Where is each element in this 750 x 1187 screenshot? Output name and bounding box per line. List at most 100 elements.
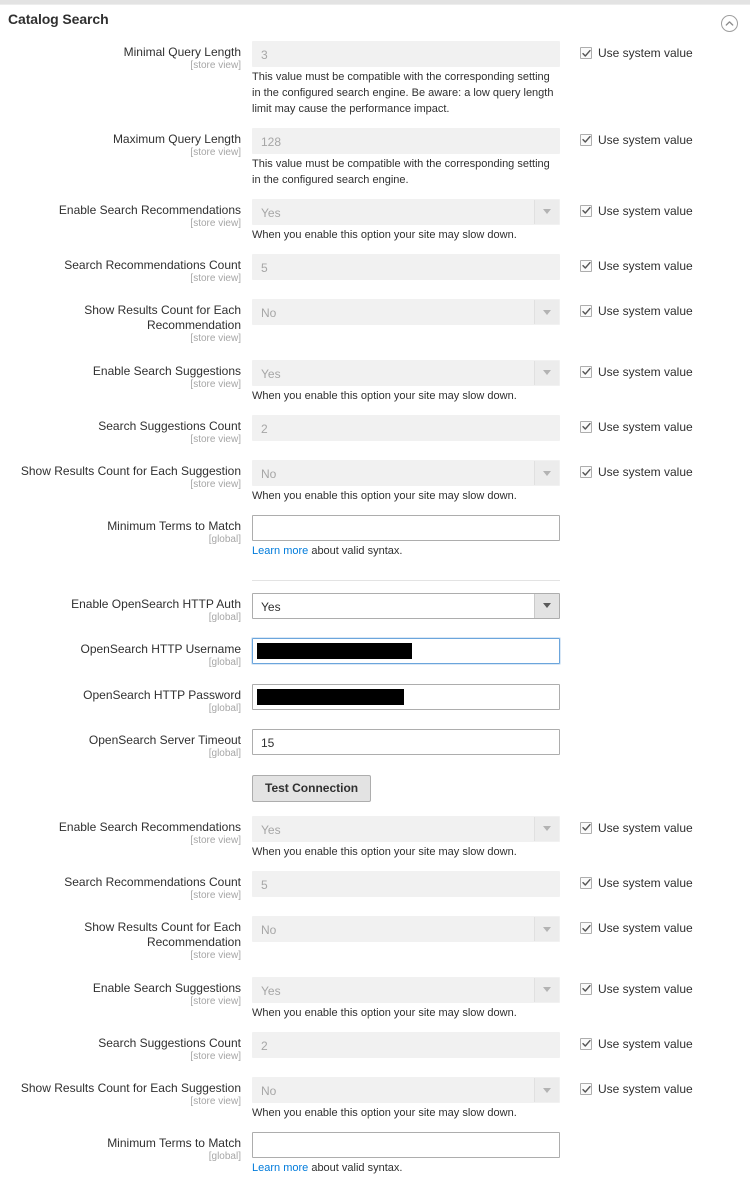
use-system-value-toggle-show-results-count-for-each-recommendation-2[interactable]: Use system value [580,921,693,935]
use-system-value-toggle-maximum-query-length[interactable]: Use system value [580,133,693,147]
field-row-enable-search-recommendations-1: Enable Search Recommendations [store view… [0,198,750,246]
input-wrapper-opensearch-server-timeout: 15 [252,729,560,756]
use-system-value-toggle-show-results-count-for-each-suggestion-1[interactable]: Use system value [580,465,693,479]
chevron-down-icon[interactable] [534,1078,559,1103]
chevron-down-icon[interactable] [534,199,559,224]
field-label-minimum-terms-to-match-1: Minimum Terms to Match [global] [0,515,248,547]
checkbox-checked-icon[interactable] [580,47,592,59]
field-label-opensearch-http-username: OpenSearch HTTP Username [global] [0,638,248,670]
chevron-down-icon[interactable] [534,300,559,325]
checkbox-checked-icon[interactable] [580,1083,592,1096]
row-spacer [0,1024,750,1032]
checkbox-checked-icon[interactable] [580,466,592,479]
chevron-down-icon[interactable] [534,977,559,1002]
select-value[interactable]: Yes [252,976,560,1003]
input-maximum-query-length[interactable]: 128 [252,127,560,154]
use-system-value-toggle-show-results-count-for-each-suggestion-2[interactable]: Use system value [580,1082,693,1096]
row-spacer [0,804,750,816]
redaction-bar [257,643,412,660]
checkbox-checked-icon[interactable] [580,365,592,378]
select-enable-opensearch-http-auth[interactable]: Yes [252,592,560,619]
use-system-value-toggle-enable-search-suggestions-1[interactable]: Use system value [580,365,693,379]
input-wrapper-search-recommendations-count-1: 5 [252,253,560,280]
learn-more-link[interactable]: Learn more [252,1162,308,1174]
checkbox-checked-icon[interactable] [580,305,592,318]
select-show-results-count-for-each-suggestion-1[interactable]: No [252,460,560,487]
field-side-enable-search-recommendations-2: Use system value [564,816,750,836]
input-search-suggestions-count-1[interactable]: 2 [252,414,560,441]
field-side-opensearch-http-username [564,638,750,643]
select-value[interactable]: Yes [252,359,560,386]
field-row-show-results-count-for-each-recommendation-1: Show Results Count for Each Recommendati… [0,299,750,348]
scope-text: [store view] [190,272,241,284]
use-system-value-toggle-show-results-count-for-each-recommendation-1[interactable]: Use system value [580,304,693,318]
scope-text: [global] [208,534,241,545]
field-control-show-results-count-for-each-suggestion-1: No When you enable this option your site … [248,460,564,505]
field-control-search-recommendations-count-2: 5 [248,870,564,897]
field-control-search-recommendations-count-1: 5 [248,253,564,280]
checkbox-checked-icon[interactable] [580,982,592,995]
select-enable-search-suggestions-2[interactable]: Yes [252,976,560,1003]
select-show-results-count-for-each-recommendation-2[interactable]: No [252,916,560,943]
use-system-value-toggle-minimal-query-length[interactable]: Use system value [580,46,693,60]
chevron-down-icon[interactable] [534,816,559,841]
test-connection-button[interactable]: Test Connection [252,774,372,802]
field-control-enable-search-suggestions-2: Yes When you enable this option your site… [248,976,564,1022]
select-value[interactable]: Yes [252,815,560,842]
select-show-results-count-for-each-suggestion-2[interactable]: No [252,1077,560,1104]
select-show-results-count-for-each-recommendation-1[interactable]: No [252,299,560,326]
checkbox-checked-icon[interactable] [580,420,592,433]
checkbox-checked-icon[interactable] [580,204,592,217]
chevron-down-icon[interactable] [534,917,559,942]
chevron-up-circle-icon[interactable] [721,15,738,32]
checkbox-checked-icon[interactable] [580,922,592,935]
scope-text: [store view] [190,889,241,901]
chevron-down-icon[interactable] [534,461,559,486]
chevron-down-icon[interactable] [534,360,559,385]
checkbox-checked-icon[interactable] [580,133,592,146]
input-search-recommendations-count-1[interactable]: 5 [252,253,560,280]
select-enable-search-suggestions-1[interactable]: Yes [252,359,560,386]
input-wrapper-minimum-terms-to-match-2 [252,1132,560,1159]
checkbox-checked-icon[interactable] [580,876,592,889]
use-system-value-toggle-search-recommendations-count-2[interactable]: Use system value [580,876,693,890]
use-system-value-toggle-search-recommendations-count-1[interactable]: Use system value [580,259,693,273]
field-side-enable-opensearch-http-auth [564,593,750,598]
checkbox-checked-icon[interactable] [580,821,592,834]
select-enable-search-recommendations-2[interactable]: Yes [252,815,560,842]
select-value[interactable]: No [252,916,560,943]
field-note-minimal-query-length: This value must be compatible with the c… [252,71,554,115]
use-system-value-toggle-enable-search-recommendations-1[interactable]: Use system value [580,204,693,218]
field-row-search-suggestions-count-1: Search Suggestions Count [store view] 2 Use… [0,414,750,449]
input-minimum-terms-to-match-1[interactable] [252,515,560,541]
input-minimal-query-length[interactable]: 3 [252,41,560,67]
field-label-opensearch-http-password: OpenSearch HTTP Password [global] [0,684,248,716]
select-enable-search-recommendations-1[interactable]: Yes [252,198,560,225]
select-value[interactable]: Yes [252,198,560,225]
checkbox-checked-icon[interactable] [580,259,592,272]
field-side-show-results-count-for-each-recommendation-2: Use system value [564,916,750,936]
use-system-value-toggle-search-suggestions-count-1[interactable]: Use system value [580,420,693,434]
label-text: Search Recommendations Count [64,257,241,272]
select-value[interactable]: No [252,1077,560,1104]
field-row-minimum-terms-to-match-1: Minimum Terms to Match [global] Learn more… [0,515,750,562]
use-system-value-toggle-search-suggestions-count-2[interactable]: Use system value [580,1037,693,1051]
field-label-search-suggestions-count-1: Search Suggestions Count [store view] [0,415,248,447]
input-search-recommendations-count-2[interactable]: 5 [252,870,560,897]
use-system-value-toggle-enable-search-suggestions-2[interactable]: Use system value [580,982,693,996]
chevron-down-icon[interactable] [534,593,559,618]
input-minimum-terms-to-match-2[interactable] [252,1132,560,1159]
select-value[interactable]: No [252,299,560,326]
input-opensearch-server-timeout[interactable]: 15 [252,729,560,756]
learn-more-link[interactable]: Learn more [252,545,308,557]
checkbox-checked-icon[interactable] [580,1037,592,1050]
select-value[interactable]: No [252,460,560,487]
row-spacer [0,407,750,415]
input-search-suggestions-count-2[interactable]: 2 [252,1031,560,1058]
field-side-enable-search-recommendations-1: Use system value [564,199,750,219]
fieldset-divider [252,579,560,581]
use-system-value-label: Use system value [598,46,693,60]
select-value[interactable]: Yes [252,592,560,619]
scope-text: [store view] [190,950,241,962]
use-system-value-toggle-enable-search-recommendations-2[interactable]: Use system value [580,821,693,835]
